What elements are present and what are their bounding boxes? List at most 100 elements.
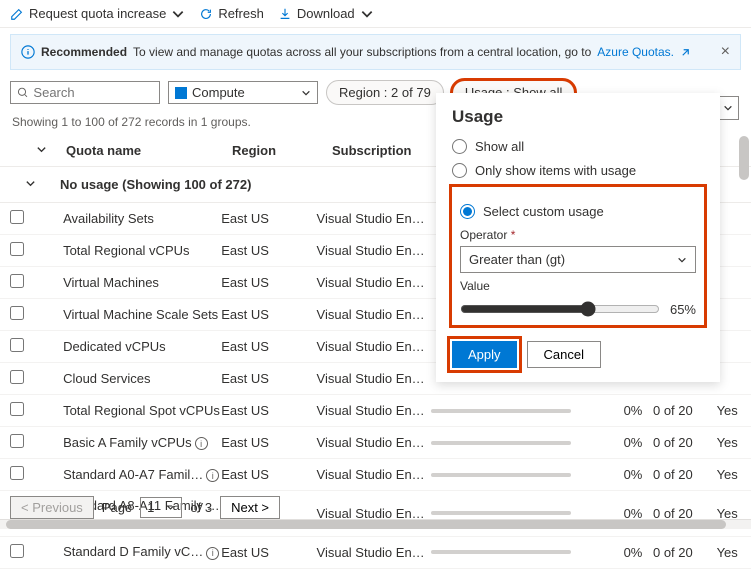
usage-bar — [431, 550, 571, 554]
chevron-down-icon — [171, 7, 185, 21]
page-total: of 3 — [190, 500, 212, 515]
usage-flyout: Usage Show all Only show items with usag… — [436, 93, 720, 382]
region-filter[interactable]: Region : 2 of 79 — [326, 80, 444, 105]
row-name: Standard D Family vC…i — [59, 544, 221, 560]
recommended-label: Recommended — [41, 45, 127, 59]
chevron-down-icon — [360, 7, 374, 21]
radio-custom-usage[interactable]: Select custom usage — [460, 204, 696, 219]
row-subscription: Visual Studio En… — [317, 307, 431, 322]
value-slider-wrap: 65% — [460, 301, 696, 317]
operator-select[interactable]: Greater than (gt) — [460, 246, 696, 273]
row-subscription: Visual Studio En… — [317, 371, 431, 386]
row-subscription: Visual Studio En… — [317, 403, 431, 418]
next-button[interactable]: Next > — [220, 496, 280, 519]
row-subscription: Visual Studio En… — [317, 467, 431, 482]
row-adjustable: Yes — [703, 403, 751, 418]
chevron-down-icon — [301, 88, 311, 98]
row-region: East US — [221, 403, 316, 418]
value-slider[interactable] — [460, 301, 660, 317]
quota-increase-label: Request quota increase — [29, 6, 166, 21]
usage-bar — [431, 511, 571, 515]
row-quota: 0 of 20 — [642, 467, 703, 482]
row-checkbox[interactable] — [10, 434, 24, 448]
value-label: Value — [460, 279, 696, 293]
row-subscription: Visual Studio En… — [317, 275, 431, 290]
row-subscription: Visual Studio En… — [317, 243, 431, 258]
search-icon — [17, 86, 28, 99]
row-name: Total Regional vCPUs — [59, 243, 221, 258]
row-name: Total Regional Spot vCPUs — [59, 403, 221, 418]
chevron-down-icon — [723, 103, 733, 113]
info-icon — [21, 45, 35, 59]
chevron-down-icon[interactable] — [36, 144, 47, 155]
info-icon[interactable]: i — [206, 547, 219, 560]
quota-increase-button[interactable]: Request quota increase — [10, 6, 185, 21]
apply-button[interactable]: Apply — [452, 341, 517, 368]
horizontal-scrollbar[interactable] — [0, 519, 751, 529]
download-icon — [278, 7, 292, 21]
row-region: East US — [221, 307, 316, 322]
flyout-actions: Apply Cancel — [452, 341, 704, 368]
row-region: East US — [221, 371, 316, 386]
header-subscription[interactable]: Subscription — [332, 143, 452, 158]
search-input[interactable] — [33, 85, 153, 100]
custom-usage-section: Select custom usage Operator * Greater t… — [452, 187, 704, 325]
cancel-button[interactable]: Cancel — [527, 341, 601, 368]
chevron-down-icon — [166, 503, 175, 512]
row-name: Dedicated vCPUs — [59, 339, 221, 354]
info-icon[interactable]: i — [195, 437, 208, 450]
prev-button[interactable]: < Previous — [10, 496, 94, 519]
refresh-icon — [199, 7, 213, 21]
chevron-down-icon — [25, 178, 36, 189]
row-checkbox[interactable] — [10, 306, 24, 320]
provider-dropdown[interactable]: Compute — [168, 81, 318, 104]
search-input-wrapper[interactable] — [10, 81, 160, 104]
header-quota[interactable]: Quota name — [62, 143, 232, 158]
row-checkbox[interactable] — [10, 544, 24, 558]
row-region: East US — [221, 435, 316, 450]
table-row[interactable]: Basic A Family vCPUsi East US Visual Stu… — [0, 427, 751, 459]
flyout-title: Usage — [452, 107, 704, 127]
row-checkbox[interactable] — [10, 338, 24, 352]
row-subscription: Visual Studio En… — [317, 435, 431, 450]
region-filter-label: Region : — [339, 85, 387, 100]
row-checkbox[interactable] — [10, 466, 24, 480]
table-row[interactable]: Standard A0-A7 Famil…i East US Visual St… — [0, 459, 751, 491]
close-icon[interactable]: × — [721, 43, 730, 61]
row-checkbox[interactable] — [10, 274, 24, 288]
azure-quotas-link[interactable]: Azure Quotas. — [597, 45, 674, 59]
header-region[interactable]: Region — [232, 143, 332, 158]
row-quota: 0 of 20 — [642, 545, 703, 560]
refresh-button[interactable]: Refresh — [199, 6, 264, 21]
row-subscription: Visual Studio En… — [317, 339, 431, 354]
refresh-label: Refresh — [218, 6, 264, 21]
pencil-icon — [10, 7, 24, 21]
row-name: Virtual Machine Scale Sets — [59, 307, 221, 322]
table-row[interactable]: Standard D Family vC…i East US Visual St… — [0, 537, 751, 569]
compute-icon — [175, 87, 187, 99]
download-button[interactable]: Download — [278, 6, 374, 21]
provider-label: Compute — [192, 85, 245, 100]
usage-bar — [431, 409, 571, 413]
row-name: Virtual Machines — [59, 275, 221, 290]
usage-bar — [431, 473, 571, 477]
radio-show-all[interactable]: Show all — [452, 139, 704, 154]
row-checkbox[interactable] — [10, 210, 24, 224]
row-region: East US — [221, 467, 316, 482]
toolbar: Request quota increase Refresh Download — [0, 0, 751, 28]
row-name: Standard A0-A7 Famil…i — [59, 467, 221, 483]
info-icon[interactable]: i — [206, 469, 219, 482]
external-link-icon — [680, 47, 691, 58]
page-label: Page — [102, 500, 132, 515]
row-pct: 0% — [602, 467, 642, 482]
row-checkbox[interactable] — [10, 242, 24, 256]
radio-only-usage[interactable]: Only show items with usage — [452, 163, 704, 178]
vertical-scrollbar[interactable] — [739, 136, 749, 180]
region-filter-value: 2 of 79 — [391, 85, 431, 100]
pager: < Previous Page 1 of 3 Next > — [10, 496, 280, 519]
table-row[interactable]: Total Regional Spot vCPUs East US Visual… — [0, 395, 751, 427]
value-pct: 65% — [670, 302, 696, 317]
page-input[interactable]: 1 — [140, 497, 182, 518]
row-checkbox[interactable] — [10, 370, 24, 384]
row-checkbox[interactable] — [10, 402, 24, 416]
